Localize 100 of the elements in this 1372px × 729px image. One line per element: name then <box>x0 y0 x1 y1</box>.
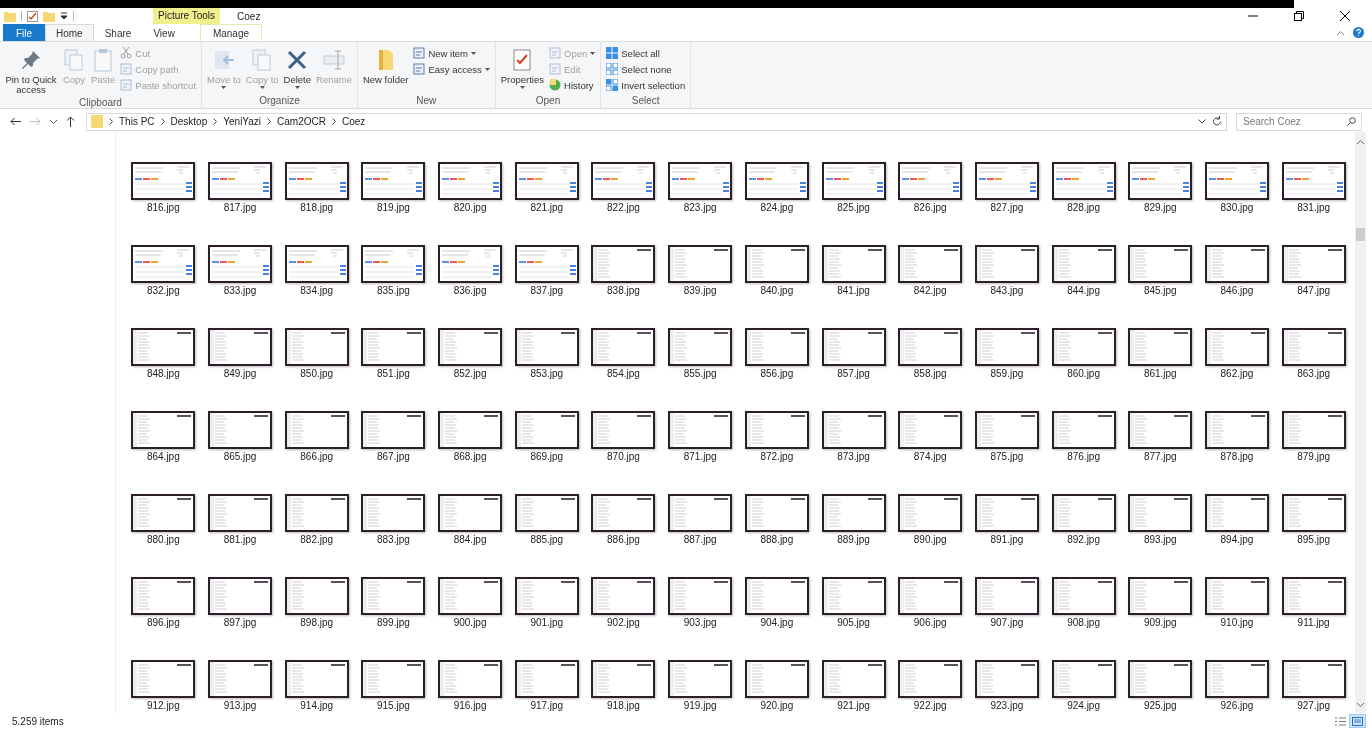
address-bar[interactable]: This PC Desktop YeniYazi Cam2OCR Coez <box>86 112 1227 131</box>
large-icons-view-button[interactable] <box>1349 714 1366 728</box>
file-item[interactable]: 873.jpg <box>815 411 892 465</box>
file-item[interactable]: 874.jpg <box>891 411 969 465</box>
file-item[interactable]: 920.jpg <box>738 660 816 714</box>
file-item[interactable]: 922.jpg <box>891 660 969 714</box>
search-field[interactable]: Search Coez <box>1236 112 1362 131</box>
file-item[interactable]: 897.jpg <box>201 577 279 631</box>
file-item[interactable]: 881.jpg <box>201 494 279 548</box>
file-item[interactable]: 883.jpg <box>355 494 432 548</box>
file-item[interactable]: 888.jpg <box>738 494 816 548</box>
file-item[interactable]: 875.jpg <box>968 411 1046 465</box>
file-item[interactable]: 911.jpg <box>1275 577 1352 631</box>
scroll-up-icon[interactable] <box>1357 140 1364 144</box>
ribbon-button[interactable]: Delete <box>281 44 314 95</box>
file-item[interactable]: 860.jpg <box>1045 328 1122 382</box>
dropdown-icon[interactable] <box>60 12 68 20</box>
file-item[interactable]: 887.jpg <box>661 494 739 548</box>
file-item[interactable]: 895.jpg <box>1275 494 1352 548</box>
file-item[interactable]: 927.jpg <box>1275 660 1352 714</box>
file-item[interactable]: 909.jpg <box>1121 577 1199 631</box>
file-item[interactable]: 824.jpg <box>738 162 816 216</box>
file-item[interactable]: 835.jpg <box>355 245 432 299</box>
file-item[interactable]: 858.jpg <box>891 328 969 382</box>
details-view-button[interactable] <box>1332 714 1349 728</box>
file-item[interactable]: 839.jpg <box>661 245 739 299</box>
file-item[interactable]: 903.jpg <box>661 577 739 631</box>
file-item[interactable]: 917.jpg <box>508 660 586 714</box>
file-item[interactable]: 842.jpg <box>891 245 969 299</box>
file-item[interactable]: 908.jpg <box>1045 577 1122 631</box>
file-item[interactable]: 904.jpg <box>738 577 816 631</box>
file-item[interactable]: 907.jpg <box>968 577 1046 631</box>
file-item[interactable]: 878.jpg <box>1198 411 1276 465</box>
file-item[interactable]: 843.jpg <box>968 245 1046 299</box>
file-item[interactable]: 865.jpg <box>201 411 279 465</box>
breadcrumb[interactable]: This PC <box>119 116 155 127</box>
file-item[interactable]: 870.jpg <box>585 411 662 465</box>
file-item[interactable]: 910.jpg <box>1198 577 1276 631</box>
file-item[interactable]: 866.jpg <box>278 411 356 465</box>
file-item[interactable]: 901.jpg <box>508 577 586 631</box>
file-item[interactable]: 816.jpg <box>125 162 202 216</box>
file-item[interactable]: 902.jpg <box>585 577 662 631</box>
ribbon-button[interactable]: Easy access <box>411 62 492 76</box>
recent-icon[interactable] <box>50 119 57 124</box>
file-item[interactable]: 913.jpg <box>201 660 279 714</box>
file-item[interactable]: 919.jpg <box>661 660 739 714</box>
file-item[interactable]: 906.jpg <box>891 577 969 631</box>
file-item[interactable]: 871.jpg <box>661 411 739 465</box>
file-item[interactable]: 915.jpg <box>355 660 432 714</box>
file-item[interactable]: 893.jpg <box>1121 494 1199 548</box>
ribbon-tab[interactable]: File <box>3 24 45 41</box>
file-item[interactable]: 838.jpg <box>585 245 662 299</box>
file-item[interactable]: 894.jpg <box>1198 494 1276 548</box>
file-item[interactable]: 830.jpg <box>1198 162 1276 216</box>
file-item[interactable]: 916.jpg <box>431 660 509 714</box>
ribbon-button[interactable]: New folder <box>360 44 411 95</box>
ribbon-tab[interactable]: Home <box>45 24 94 41</box>
file-item[interactable]: 855.jpg <box>661 328 739 382</box>
file-item[interactable]: 926.jpg <box>1198 660 1276 714</box>
file-item[interactable]: 918.jpg <box>585 660 662 714</box>
breadcrumb[interactable]: Cam2OCR <box>277 116 326 127</box>
file-item[interactable]: 872.jpg <box>738 411 816 465</box>
ribbon-button[interactable]: New item <box>411 46 492 60</box>
breadcrumb[interactable]: YeniYazi <box>223 116 262 127</box>
ribbon-tab[interactable]: View <box>142 24 186 41</box>
file-item[interactable]: 818.jpg <box>278 162 356 216</box>
file-item[interactable]: 848.jpg <box>125 328 202 382</box>
file-item[interactable]: 923.jpg <box>968 660 1046 714</box>
file-item[interactable]: 857.jpg <box>815 328 892 382</box>
file-item[interactable]: 900.jpg <box>431 577 509 631</box>
file-item[interactable]: 832.jpg <box>125 245 202 299</box>
file-item[interactable]: 847.jpg <box>1275 245 1352 299</box>
file-item[interactable]: 879.jpg <box>1275 411 1352 465</box>
file-item[interactable]: 886.jpg <box>585 494 662 548</box>
file-item[interactable]: 890.jpg <box>891 494 969 548</box>
file-item[interactable]: 849.jpg <box>201 328 279 382</box>
up-icon[interactable] <box>66 116 75 127</box>
ribbon-button[interactable]: History <box>547 78 598 92</box>
refresh-icon[interactable] <box>1212 116 1222 127</box>
file-item[interactable]: 820.jpg <box>431 162 509 216</box>
file-item[interactable]: 877.jpg <box>1121 411 1199 465</box>
file-item[interactable]: 846.jpg <box>1198 245 1276 299</box>
file-item[interactable]: 825.jpg <box>815 162 892 216</box>
file-item[interactable]: 899.jpg <box>355 577 432 631</box>
breadcrumb[interactable]: Desktop <box>170 116 208 127</box>
file-item[interactable]: 864.jpg <box>125 411 202 465</box>
file-item[interactable]: 867.jpg <box>355 411 432 465</box>
file-item[interactable]: 840.jpg <box>738 245 816 299</box>
file-item[interactable]: 885.jpg <box>508 494 586 548</box>
ribbon-button[interactable]: Select none <box>604 62 688 76</box>
file-item[interactable]: 852.jpg <box>431 328 509 382</box>
file-item[interactable]: 823.jpg <box>661 162 739 216</box>
file-item[interactable]: 837.jpg <box>508 245 586 299</box>
ribbon-button[interactable]: Properties <box>498 44 547 95</box>
file-item[interactable]: 892.jpg <box>1045 494 1122 548</box>
file-item[interactable]: 841.jpg <box>815 245 892 299</box>
ribbon-button[interactable]: Pin to Quick access <box>3 44 59 97</box>
file-item[interactable]: 821.jpg <box>508 162 586 216</box>
file-item[interactable]: 822.jpg <box>585 162 662 216</box>
breadcrumb[interactable]: Coez <box>341 116 366 127</box>
